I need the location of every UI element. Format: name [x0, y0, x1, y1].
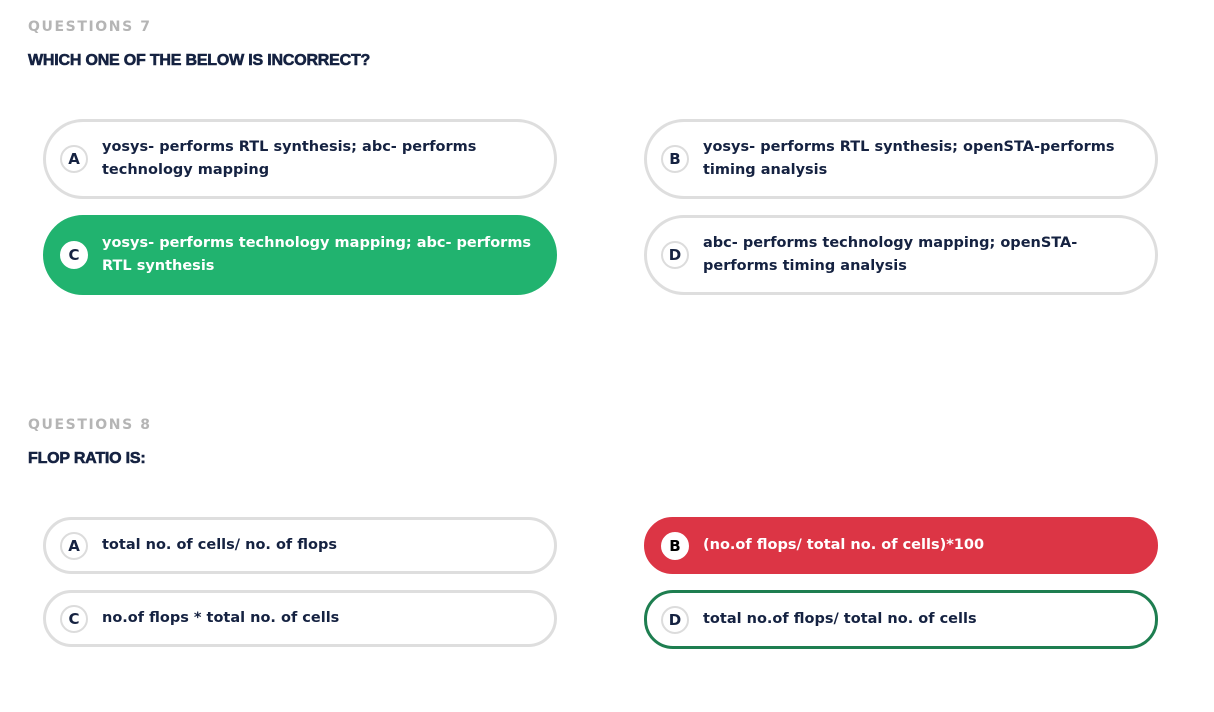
question-text: WHICH ONE OF THE BELOW IS INCORRECT? — [28, 52, 371, 70]
option-text-a: total no. of cells/ no. of flops — [102, 537, 338, 553]
option-text-c: yosys- performs technology mapping; abc-… — [102, 235, 532, 274]
question-number: QUESTIONS 8 — [28, 417, 152, 433]
option-letter-a: A — [60, 145, 88, 173]
option-d[interactable]: D abc- performs technology mapping; open… — [644, 215, 1158, 295]
option-letter-d: D — [661, 241, 689, 269]
option-c-selected-correct[interactable]: C yosys- performs technology mapping; ab… — [43, 215, 557, 295]
option-text-a: yosys- performs RTL synthesis; abc- perf… — [102, 139, 477, 178]
option-text-b: yosys- performs RTL synthesis; openSTA-p… — [703, 139, 1115, 178]
option-b[interactable]: B yosys- performs RTL synthesis; openSTA… — [644, 119, 1158, 199]
option-b-selected-wrong[interactable]: B (no.of flops/ total no. of cells)*100 — [644, 517, 1158, 574]
option-letter-c: C — [60, 241, 88, 269]
option-letter-b: B — [661, 531, 689, 560]
option-d-correct-answer[interactable]: D total no.of flops/ total no. of cells — [644, 590, 1158, 649]
question-8: QUESTIONS 8 FLOP RATIO IS: A total no. o… — [28, 417, 1188, 657]
option-text-c: no.of flops * total no. of cells — [102, 610, 340, 626]
option-letter-a: A — [60, 531, 88, 560]
option-c[interactable]: C no.of flops * total no. of cells — [43, 590, 557, 647]
question-number: QUESTIONS 7 — [28, 19, 152, 35]
option-letter-d: D — [661, 605, 689, 634]
option-a[interactable]: A yosys- performs RTL synthesis; abc- pe… — [43, 119, 557, 199]
question-text: FLOP RATIO IS: — [28, 450, 146, 468]
option-text-b: (no.of flops/ total no. of cells)*100 — [703, 537, 985, 553]
question-7: QUESTIONS 7 WHICH ONE OF THE BELOW IS IN… — [28, 19, 1188, 309]
option-text-d: total no.of flops/ total no. of cells — [703, 611, 977, 627]
option-letter-b: B — [661, 145, 689, 173]
option-a[interactable]: A total no. of cells/ no. of flops — [43, 517, 557, 574]
option-letter-c: C — [60, 604, 88, 633]
option-text-d: abc- performs technology mapping; openST… — [703, 235, 1078, 274]
